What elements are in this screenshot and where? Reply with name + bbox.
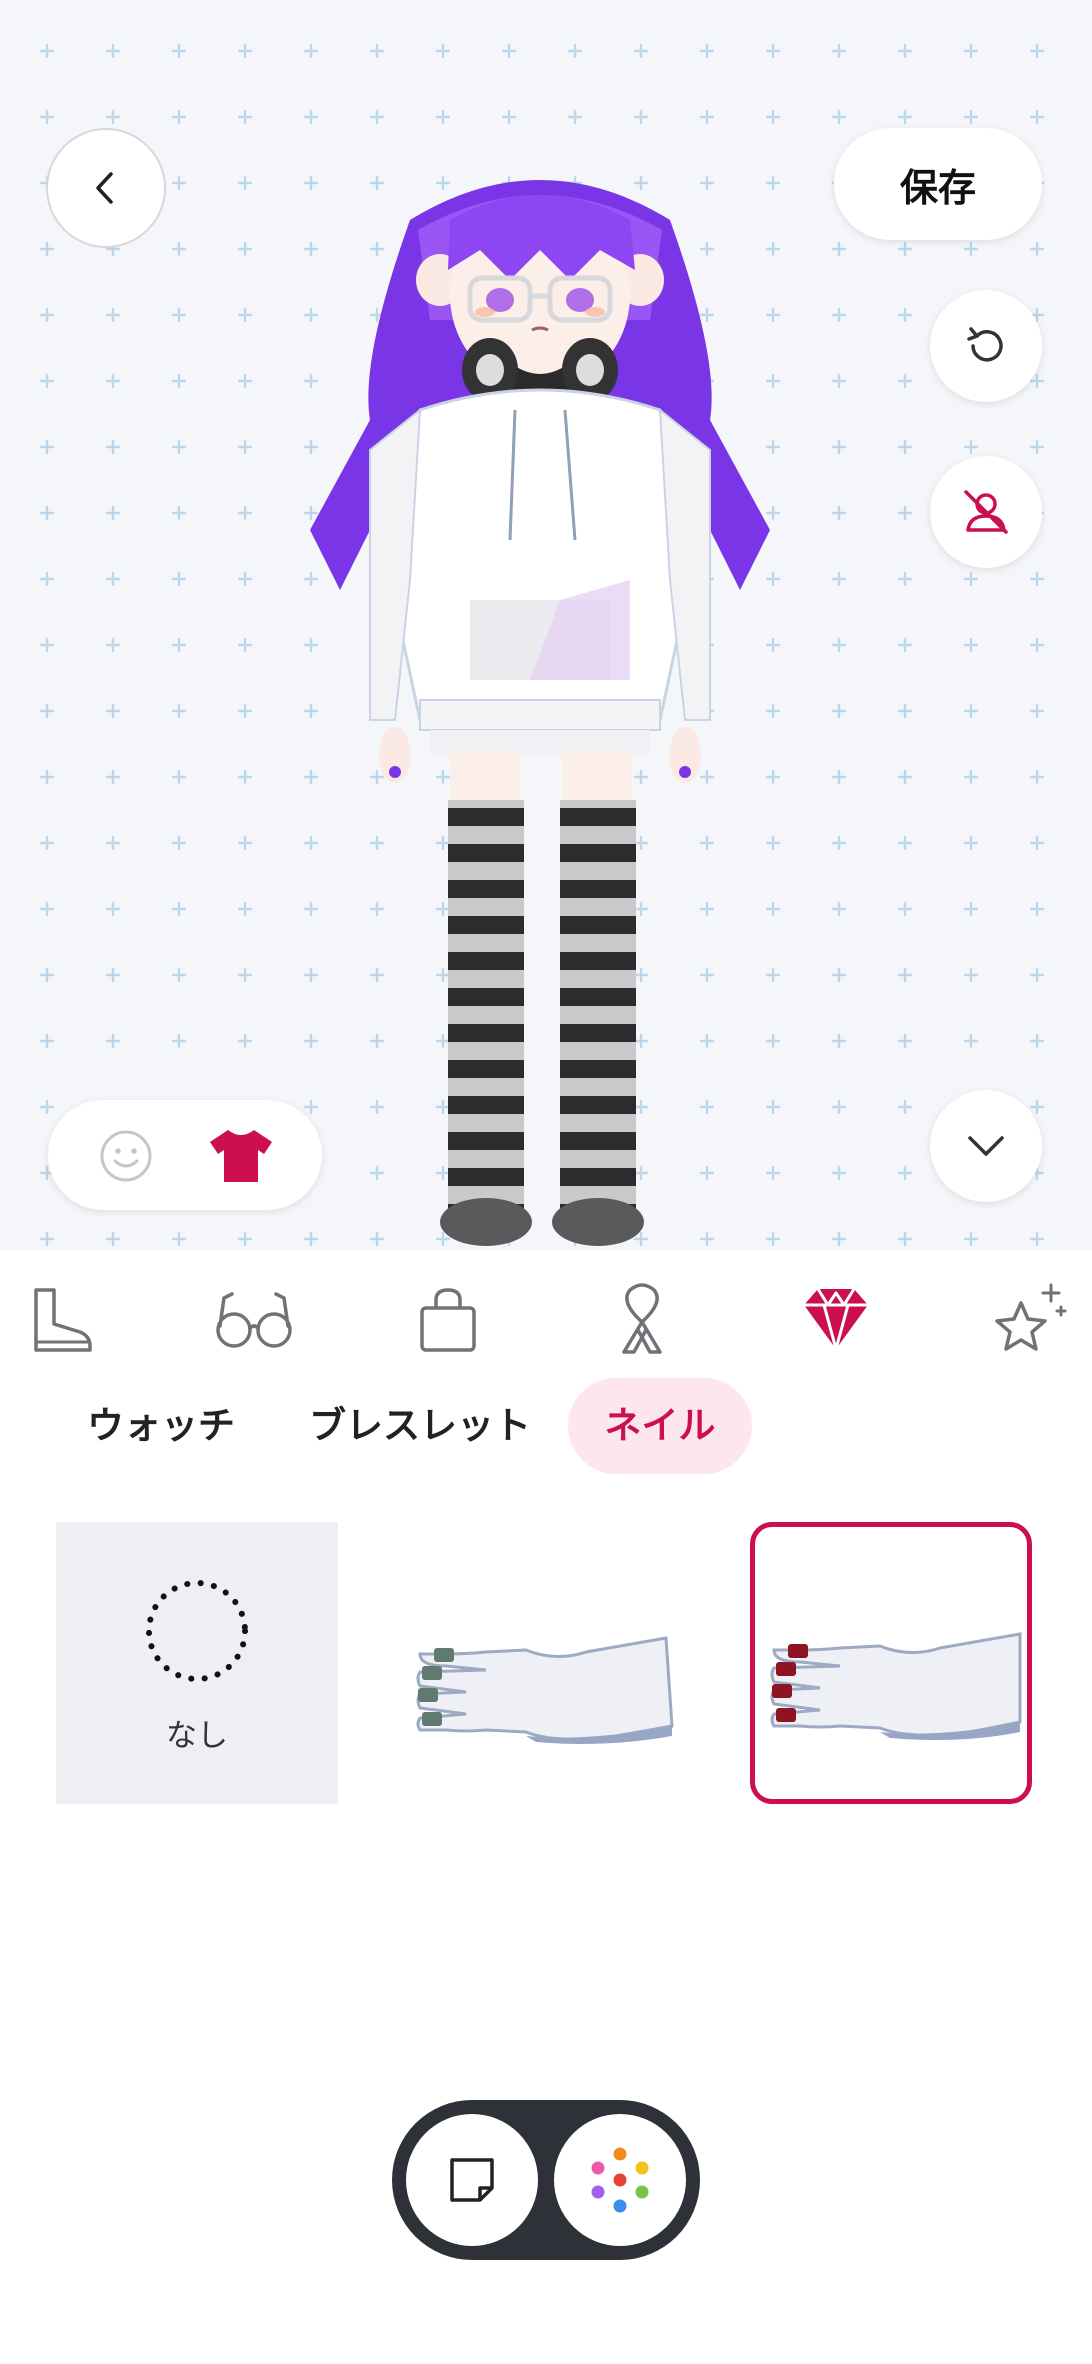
mode-toggle[interactable]: [48, 1100, 322, 1210]
sparkle-star-icon: [995, 1283, 1067, 1351]
tshirt-icon[interactable]: [208, 1126, 274, 1184]
back-button[interactable]: [46, 128, 166, 248]
category-jewelry[interactable]: [796, 1280, 876, 1360]
item-none[interactable]: なし: [56, 1522, 338, 1804]
accessory-category-bar: [0, 1260, 1092, 1380]
chevron-left-icon: [96, 172, 113, 204]
bottom-action-bar: [392, 2100, 700, 2260]
hand-nail-red-image: [770, 1632, 1022, 1740]
hide-avatar-button[interactable]: [930, 456, 1042, 568]
category-glasses[interactable]: [214, 1280, 294, 1360]
category-ribbon[interactable]: [602, 1280, 682, 1360]
subcategory-tabs: ウォッチ ブレスレット ネイル: [0, 1378, 1092, 1474]
item-nail-red[interactable]: [750, 1522, 1032, 1804]
gem-icon: [804, 1288, 868, 1351]
category-effects[interactable]: [990, 1280, 1070, 1360]
category-bag[interactable]: [408, 1280, 488, 1360]
save-button[interactable]: 保存: [834, 128, 1042, 240]
person-off-icon: [964, 490, 1008, 534]
avatar-stage[interactable]: 保存: [0, 0, 1092, 1250]
smile-icon[interactable]: [98, 1128, 154, 1184]
boots-icon: [34, 1288, 92, 1352]
tab-watch[interactable]: ウォッチ: [56, 1378, 266, 1474]
category-shoes[interactable]: [20, 1280, 100, 1360]
chevron-down-icon: [968, 1136, 1004, 1156]
dotted-circle-icon: [146, 1580, 248, 1682]
hand-nail-green-image: [416, 1636, 674, 1744]
sticky-note-icon: [450, 2158, 494, 2202]
collapse-panel-button[interactable]: [930, 1090, 1042, 1202]
glasses-icon: [216, 1292, 292, 1348]
sticky-note-button[interactable]: [406, 2114, 538, 2246]
tab-nail[interactable]: ネイル: [568, 1378, 752, 1474]
reset-button[interactable]: [930, 290, 1042, 402]
item-nail-green[interactable]: [406, 1522, 688, 1804]
item-none-label: なし: [166, 1718, 228, 1754]
tab-bracelet[interactable]: ブレスレット: [292, 1378, 548, 1474]
palette-button[interactable]: [554, 2114, 686, 2246]
bag-icon: [420, 1288, 476, 1352]
palette-dots-icon: [591, 2147, 649, 2213]
rotate-ccw-icon: [967, 327, 1003, 362]
avatar-character[interactable]: [300, 160, 780, 1250]
ribbon-icon: [622, 1283, 662, 1354]
